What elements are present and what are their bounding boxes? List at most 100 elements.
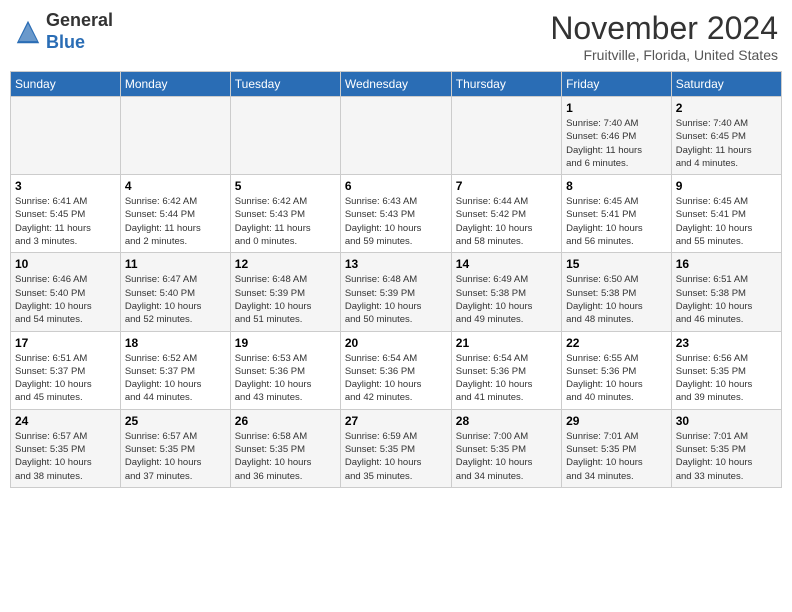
calendar-cell: 5Sunrise: 6:42 AM Sunset: 5:43 PM Daylig… [230,175,340,253]
calendar-cell: 21 Sunrise: 6:54 AM Sunset: 5:36 PM Dayli… [451,331,561,409]
calendar-cell: 8 Sunrise: 6:45 AM Sunset: 5:41 PM Daylig… [562,175,672,253]
day-number: 4 [125,179,226,193]
logo-blue-text: Blue [46,32,85,52]
day-number: 26 [235,414,336,428]
day-info: Sunrise: 7:01 AM Sunset: 5:35 PM Dayligh… [676,430,777,483]
calendar-cell: 29 Sunrise: 7:01 AM Sunset: 5:35 PM Dayli… [562,409,672,487]
day-info: Sunrise: 7:40 AM Sunset: 6:46 PM Dayligh… [566,117,667,170]
day-number: 18 [125,336,226,350]
calendar-cell: 10Sunrise: 6:46 AM Sunset: 5:40 PM Dayli… [11,253,121,331]
day-number: 30 [676,414,777,428]
calendar-cell: 17 Sunrise: 6:51 AM Sunset: 5:37 PM Dayli… [11,331,121,409]
day-info: Sunrise: 6:55 AM Sunset: 5:36 PM Dayligh… [566,352,667,405]
day-number: 27 [345,414,447,428]
day-info: Sunrise: 7:40 AM Sunset: 6:45 PM Dayligh… [676,117,777,170]
calendar-cell [230,97,340,175]
day-info: Sunrise: 6:53 AM Sunset: 5:36 PM Dayligh… [235,352,336,405]
calendar-week-row: 24Sunrise: 6:57 AM Sunset: 5:35 PM Dayli… [11,409,782,487]
day-info: Sunrise: 6:41 AM Sunset: 5:45 PM Dayligh… [15,195,116,248]
day-info: Sunrise: 6:59 AM Sunset: 5:35 PM Dayligh… [345,430,447,483]
calendar-cell: 11 Sunrise: 6:47 AM Sunset: 5:40 PM Dayli… [120,253,230,331]
day-info: Sunrise: 6:49 AM Sunset: 5:38 PM Dayligh… [456,273,557,326]
weekday-header: Thursday [451,72,561,97]
day-info: Sunrise: 6:51 AM Sunset: 5:38 PM Dayligh… [676,273,777,326]
day-number: 1 [566,101,667,115]
weekday-header: Tuesday [230,72,340,97]
calendar-cell: 23Sunrise: 6:56 AM Sunset: 5:35 PM Dayli… [671,331,781,409]
logo-icon [14,18,42,46]
day-info: Sunrise: 6:42 AM Sunset: 5:44 PM Dayligh… [125,195,226,248]
day-number: 28 [456,414,557,428]
calendar-cell [120,97,230,175]
calendar-cell: 27 Sunrise: 6:59 AM Sunset: 5:35 PM Dayli… [340,409,451,487]
day-info: Sunrise: 6:48 AM Sunset: 5:39 PM Dayligh… [345,273,447,326]
calendar-cell: 12 Sunrise: 6:48 AM Sunset: 5:39 PM Dayli… [230,253,340,331]
calendar-cell: 6 Sunrise: 6:43 AM Sunset: 5:43 PM Daylig… [340,175,451,253]
calendar-cell: 7 Sunrise: 6:44 AM Sunset: 5:42 PM Daylig… [451,175,561,253]
calendar-cell: 24Sunrise: 6:57 AM Sunset: 5:35 PM Dayli… [11,409,121,487]
day-info: Sunrise: 7:00 AM Sunset: 5:35 PM Dayligh… [456,430,557,483]
day-number: 14 [456,257,557,271]
day-info: Sunrise: 6:43 AM Sunset: 5:43 PM Dayligh… [345,195,447,248]
calendar-cell: 25 Sunrise: 6:57 AM Sunset: 5:35 PM Dayli… [120,409,230,487]
calendar-week-row: 3Sunrise: 6:41 AM Sunset: 5:45 PM Daylig… [11,175,782,253]
day-number: 2 [676,101,777,115]
location-text: Fruitville, Florida, United States [550,47,778,63]
day-number: 29 [566,414,667,428]
day-info: Sunrise: 6:57 AM Sunset: 5:35 PM Dayligh… [15,430,116,483]
calendar-cell: 16 Sunrise: 6:51 AM Sunset: 5:38 PM Dayli… [671,253,781,331]
day-number: 22 [566,336,667,350]
calendar-cell: 26Sunrise: 6:58 AM Sunset: 5:35 PM Dayli… [230,409,340,487]
day-number: 8 [566,179,667,193]
weekday-header: Friday [562,72,672,97]
logo: General Blue [14,10,113,53]
day-number: 5 [235,179,336,193]
calendar-cell [451,97,561,175]
day-info: Sunrise: 7:01 AM Sunset: 5:35 PM Dayligh… [566,430,667,483]
day-info: Sunrise: 6:44 AM Sunset: 5:42 PM Dayligh… [456,195,557,248]
calendar-cell: 14 Sunrise: 6:49 AM Sunset: 5:38 PM Dayli… [451,253,561,331]
calendar-table: SundayMondayTuesdayWednesdayThursdayFrid… [10,71,782,488]
calendar-cell: 4 Sunrise: 6:42 AM Sunset: 5:44 PM Daylig… [120,175,230,253]
day-number: 12 [235,257,336,271]
calendar-cell: 3Sunrise: 6:41 AM Sunset: 5:45 PM Daylig… [11,175,121,253]
weekday-header: Sunday [11,72,121,97]
day-number: 19 [235,336,336,350]
calendar-cell: 13Sunrise: 6:48 AM Sunset: 5:39 PM Dayli… [340,253,451,331]
calendar-cell: 2 Sunrise: 7:40 AM Sunset: 6:45 PM Daylig… [671,97,781,175]
day-number: 7 [456,179,557,193]
day-info: Sunrise: 6:46 AM Sunset: 5:40 PM Dayligh… [15,273,116,326]
calendar-week-row: 17 Sunrise: 6:51 AM Sunset: 5:37 PM Dayli… [11,331,782,409]
calendar-cell: 1 Sunrise: 7:40 AM Sunset: 6:46 PM Daylig… [562,97,672,175]
day-info: Sunrise: 6:48 AM Sunset: 5:39 PM Dayligh… [235,273,336,326]
day-info: Sunrise: 6:45 AM Sunset: 5:41 PM Dayligh… [676,195,777,248]
calendar-cell: 28 Sunrise: 7:00 AM Sunset: 5:35 PM Dayli… [451,409,561,487]
logo-general-text: General [46,10,113,30]
day-info: Sunrise: 6:57 AM Sunset: 5:35 PM Dayligh… [125,430,226,483]
calendar-cell [11,97,121,175]
day-info: Sunrise: 6:47 AM Sunset: 5:40 PM Dayligh… [125,273,226,326]
weekday-header: Monday [120,72,230,97]
calendar-cell: 22 Sunrise: 6:55 AM Sunset: 5:36 PM Dayli… [562,331,672,409]
day-number: 16 [676,257,777,271]
day-info: Sunrise: 6:56 AM Sunset: 5:35 PM Dayligh… [676,352,777,405]
day-info: Sunrise: 6:54 AM Sunset: 5:36 PM Dayligh… [456,352,557,405]
day-number: 25 [125,414,226,428]
day-number: 15 [566,257,667,271]
calendar-cell: 9Sunrise: 6:45 AM Sunset: 5:41 PM Daylig… [671,175,781,253]
weekday-header: Saturday [671,72,781,97]
day-number: 11 [125,257,226,271]
day-number: 6 [345,179,447,193]
day-info: Sunrise: 6:50 AM Sunset: 5:38 PM Dayligh… [566,273,667,326]
page-header: General Blue November 2024 Fruitville, F… [10,10,782,63]
calendar-cell: 20 Sunrise: 6:54 AM Sunset: 5:36 PM Dayli… [340,331,451,409]
day-info: Sunrise: 6:45 AM Sunset: 5:41 PM Dayligh… [566,195,667,248]
calendar-cell: 30 Sunrise: 7:01 AM Sunset: 5:35 PM Dayli… [671,409,781,487]
title-block: November 2024 Fruitville, Florida, Unite… [550,10,778,63]
calendar-cell: 15 Sunrise: 6:50 AM Sunset: 5:38 PM Dayli… [562,253,672,331]
day-info: Sunrise: 6:54 AM Sunset: 5:36 PM Dayligh… [345,352,447,405]
day-number: 17 [15,336,116,350]
day-info: Sunrise: 6:51 AM Sunset: 5:37 PM Dayligh… [15,352,116,405]
day-number: 20 [345,336,447,350]
day-number: 21 [456,336,557,350]
